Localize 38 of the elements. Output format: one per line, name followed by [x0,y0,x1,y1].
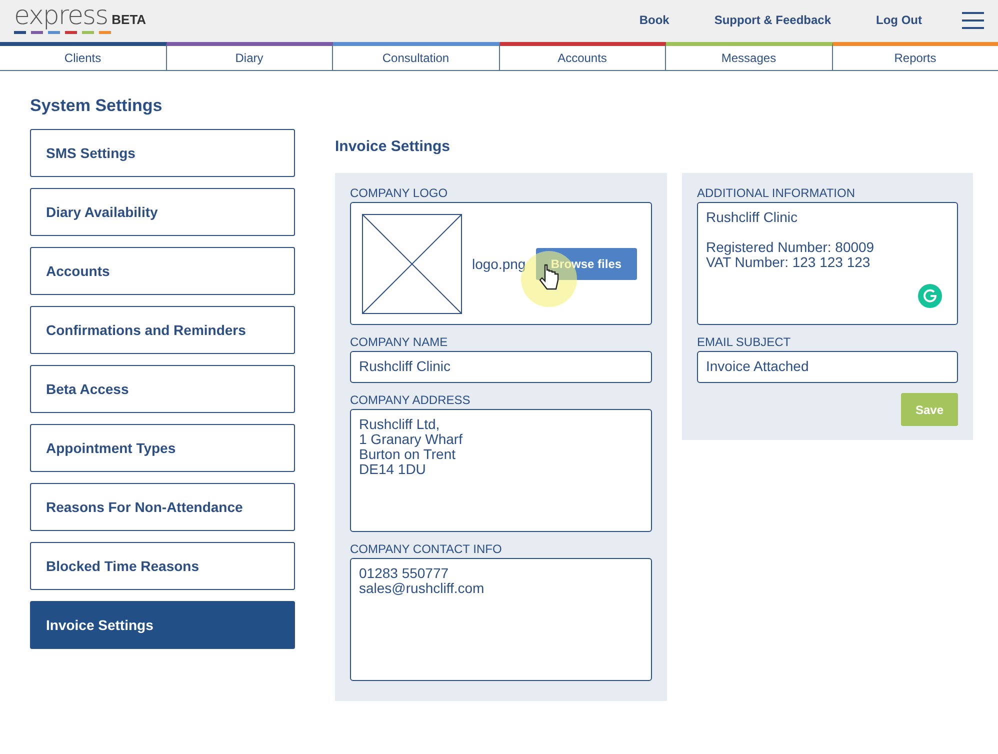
logo-wordmark: express [14,4,108,28]
settings-menu-item[interactable]: Beta Access [30,365,295,413]
field-label: EMAIL SUBJECT [697,335,792,349]
settings-menu-item[interactable]: Appointment Types [30,424,295,472]
settings-menu-item[interactable]: Confirmations and Reminders [30,306,295,354]
header-link[interactable]: Log Out [876,13,922,27]
nav-tab[interactable]: Messages [666,42,832,71]
field-label: COMPANY ADDRESS [350,393,472,407]
section-title: Invoice Settings [335,138,452,155]
page-title: System Settings [30,96,164,116]
settings-menu-item[interactable]: Invoice Settings [30,601,295,649]
field-label: COMPANY NAME [350,335,449,349]
text-field[interactable]: Rushcliff Clinic Registered Number: 80009 VAT Number: 123 123 123 [697,202,958,325]
nav-tab[interactable]: Accounts [500,42,666,71]
image-placeholder-icon [362,214,462,314]
field-label: ADDITIONAL INFORMATION [697,186,856,200]
settings-menu-item[interactable]: Reasons For Non-Attendance [30,483,295,531]
browse-files-button[interactable]: Browse files [536,248,637,280]
header-link[interactable]: Support & Feedback [714,13,832,27]
text-field[interactable]: Rushcliff Ltd, 1 Granary Wharf Burton on Trent DE14 1DU [350,409,652,532]
nav-tab[interactable]: Consultation [333,42,500,71]
header-link[interactable]: Book [639,13,670,27]
text-field[interactable]: 01283 550777 sales@rushcliff.com [350,558,652,681]
settings-menu-item[interactable]: Diary Availability [30,188,295,236]
nav-tab[interactable]: Reports [832,42,998,71]
settings-menu-item[interactable]: Accounts [30,247,295,295]
text-field[interactable]: Rushcliff Clinic [350,351,652,383]
refresh-icon [918,284,942,308]
field-label: COMPANY LOGO [350,186,449,200]
file-name: logo.png [472,256,526,272]
nav-tab[interactable]: Diary [166,42,333,71]
beta-label: BETA [112,12,146,27]
nav-tab[interactable]: Clients [0,42,166,71]
field-label: COMPANY CONTACT INFO [350,542,503,556]
settings-menu-item[interactable]: Blocked Time Reasons [30,542,295,590]
settings-menu-item[interactable]: SMS Settings [30,129,295,177]
menu-icon[interactable] [962,12,984,28]
text-field[interactable]: Invoice Attached [697,351,958,383]
